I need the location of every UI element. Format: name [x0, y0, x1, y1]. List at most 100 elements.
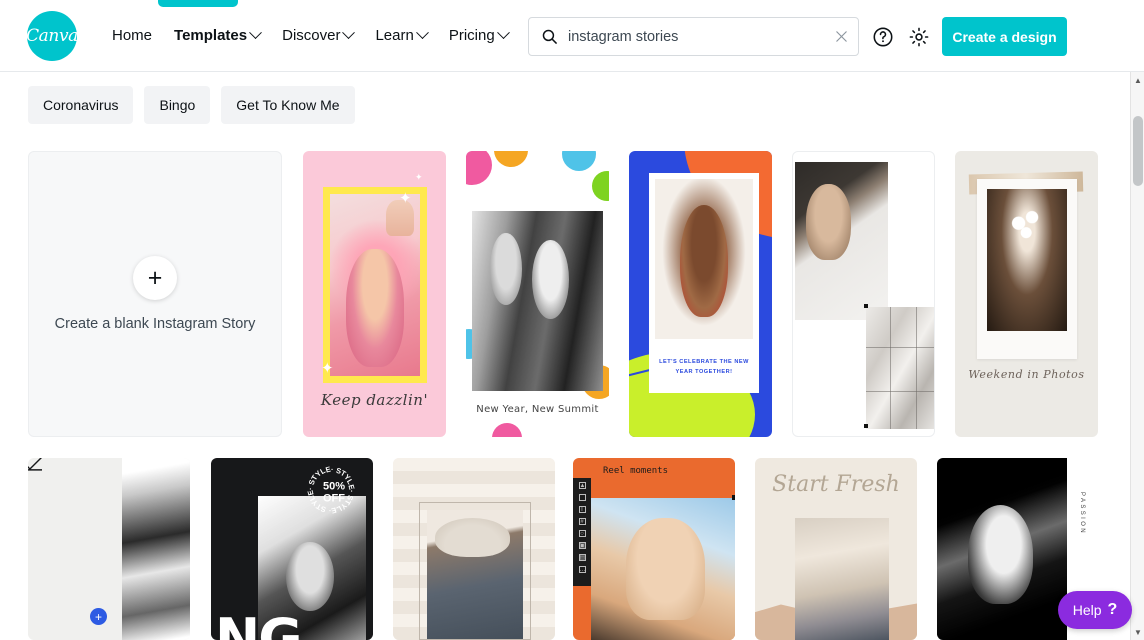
- decor-dot: [592, 171, 609, 201]
- decor-dot: [492, 423, 522, 437]
- template-photo: [472, 211, 603, 391]
- layers-icon[interactable]: ▤: [578, 554, 586, 561]
- photo-frame: LET'S CELEBRATE THE NEW YEAR TOGETHER!: [649, 173, 759, 393]
- help-label: Help: [1072, 602, 1102, 618]
- template-photo: [655, 179, 753, 339]
- template-photo: [330, 194, 420, 376]
- discount-badge: · S T Y L E · S T Y L E · S T Y L E · S T Y L E 50% OFF: [303, 462, 365, 524]
- template-card-style-50-off[interactable]: NG · S T Y L E · S T Y L E · S T Y L E · S T Y L E 50% OFF: [211, 458, 373, 640]
- canva-logo[interactable]: Canva: [26, 10, 78, 61]
- template-card-grey-geometric[interactable]: [792, 151, 935, 437]
- template-card-weekend-in-photos[interactable]: Weekend in Photos: [955, 151, 1098, 437]
- editor-toolbar[interactable]: ▲ T # ○ ▣ ▤ …: [573, 478, 591, 586]
- template-caption: NG: [215, 606, 303, 640]
- decor-flowers: [1006, 206, 1048, 249]
- chevron-down-icon: [342, 26, 356, 40]
- template-geometric-photo: [866, 307, 934, 429]
- template-caption: Keep dazzlin': [320, 391, 429, 409]
- template-caption: Weekend in Photos: [968, 368, 1085, 381]
- decor-dot: [562, 151, 596, 171]
- nav-item-templates-label: Templates: [174, 27, 248, 44]
- photo-frame: [323, 187, 427, 383]
- nav-item-discover[interactable]: Discover: [271, 19, 364, 52]
- selection-box[interactable]: [419, 502, 531, 640]
- decor-dot: [466, 151, 492, 185]
- nav-item-pricing[interactable]: Pricing: [438, 19, 519, 52]
- cursor-icon[interactable]: ▲: [578, 482, 586, 489]
- scrollbar-thumb[interactable]: [1133, 116, 1143, 186]
- template-photo: [795, 518, 889, 640]
- template-photo: [987, 189, 1067, 331]
- nav-item-templates[interactable]: Templates: [163, 19, 271, 52]
- more-icon[interactable]: …: [578, 566, 586, 573]
- template-card-weekender[interactable]: KENDER: [28, 458, 190, 640]
- template-card-hat-portrait[interactable]: [393, 458, 555, 640]
- badge-off: OFF: [323, 492, 345, 504]
- sparkle-icon: ✦: [399, 190, 412, 207]
- shape-icon[interactable]: [578, 494, 586, 501]
- template-card-keep-dazzlin[interactable]: ✦ ✦ ✦ Keep dazzlin': [303, 151, 446, 437]
- nav-item-discover-label: Discover: [282, 27, 341, 44]
- nav-item-learn[interactable]: Learn: [364, 19, 437, 52]
- canva-logo-text: Canva: [26, 25, 78, 46]
- decor-dot: [494, 151, 528, 167]
- photo-frame: [977, 179, 1077, 359]
- image-icon[interactable]: ▣: [578, 542, 586, 549]
- chevron-down-icon: [496, 26, 510, 40]
- template-card-reel-moments[interactable]: Reel moments ▲ T # ○ ▣ ▤ …: [573, 458, 735, 640]
- nav-item-pricing-label: Pricing: [448, 27, 495, 44]
- scroll-down-arrow-icon[interactable]: ▼: [1131, 624, 1144, 640]
- template-caption: PASSION: [1079, 492, 1085, 536]
- template-photo: [591, 498, 735, 640]
- gear-icon[interactable]: [906, 24, 932, 50]
- templates-tab-indicator: [158, 0, 238, 7]
- grid-line: [866, 347, 934, 348]
- search-icon: [541, 28, 558, 45]
- question-circle-icon[interactable]: [870, 24, 896, 50]
- close-icon[interactable]: [824, 18, 858, 55]
- search-input[interactable]: [568, 28, 824, 45]
- badge-percent: 50%: [322, 480, 346, 493]
- grid-icon[interactable]: #: [578, 518, 586, 525]
- create-blank-instagram-story-card[interactable]: + Create a blank Instagram Story: [28, 151, 282, 437]
- nav-item-home-label: Home: [112, 27, 153, 44]
- scroll-up-arrow-icon[interactable]: ▲: [1131, 72, 1144, 88]
- template-photo: [122, 458, 190, 640]
- text-icon[interactable]: T: [578, 506, 586, 513]
- badge-ring-char: ·: [328, 506, 332, 515]
- sparkle-icon: ✦: [415, 172, 423, 182]
- template-photo: [937, 458, 1067, 640]
- create-a-design-button[interactable]: Create a design: [942, 17, 1067, 56]
- add-to-design-plus-badge[interactable]: +: [90, 608, 107, 625]
- plus-icon: +: [133, 256, 177, 300]
- template-caption: Reel moments: [603, 466, 669, 476]
- main-nav: Home Templates Discover Learn Pricing: [101, 19, 519, 52]
- selection-handle[interactable]: [732, 495, 735, 500]
- template-card-start-fresh[interactable]: Start Fresh: [755, 458, 917, 640]
- template-caption: LET'S CELEBRATE THE NEW YEAR TOGETHER!: [659, 359, 749, 375]
- help-button[interactable]: Help ?: [1058, 591, 1132, 629]
- template-grid: + Create a blank Instagram Story ✦ ✦ ✦ K…: [0, 0, 1132, 640]
- grid-line: [866, 391, 934, 392]
- search-bar[interactable]: [528, 17, 859, 56]
- circle-icon[interactable]: ○: [578, 530, 586, 537]
- sparkle-icon: ✦: [321, 360, 334, 377]
- nav-item-home[interactable]: Home: [101, 19, 163, 52]
- template-photo: [795, 162, 888, 320]
- chevron-down-icon: [249, 26, 262, 40]
- selection-handle[interactable]: [864, 424, 868, 428]
- chevron-down-icon: [415, 26, 429, 40]
- vertical-scrollbar[interactable]: ▲ ▼: [1130, 72, 1144, 640]
- question-mark-icon: ?: [1107, 601, 1118, 618]
- grid-line: [890, 307, 891, 429]
- template-card-new-year-new-summit[interactable]: New Year, New Summit: [466, 151, 609, 437]
- template-caption: New Year, New Summit: [476, 404, 599, 415]
- create-blank-label: Create a blank Instagram Story: [54, 316, 256, 332]
- selection-handle[interactable]: [864, 304, 868, 308]
- template-card-lets-celebrate[interactable]: LET'S CELEBRATE THE NEW YEAR TOGETHER!: [629, 151, 772, 437]
- top-navigation-bar: Canva Home Templates Discover Learn Pric…: [0, 0, 1144, 72]
- nav-item-learn-label: Learn: [375, 27, 414, 44]
- grid-line: [916, 307, 917, 429]
- badge-discount-text: 50% OFF: [303, 481, 365, 504]
- template-caption: Start Fresh: [772, 472, 900, 497]
